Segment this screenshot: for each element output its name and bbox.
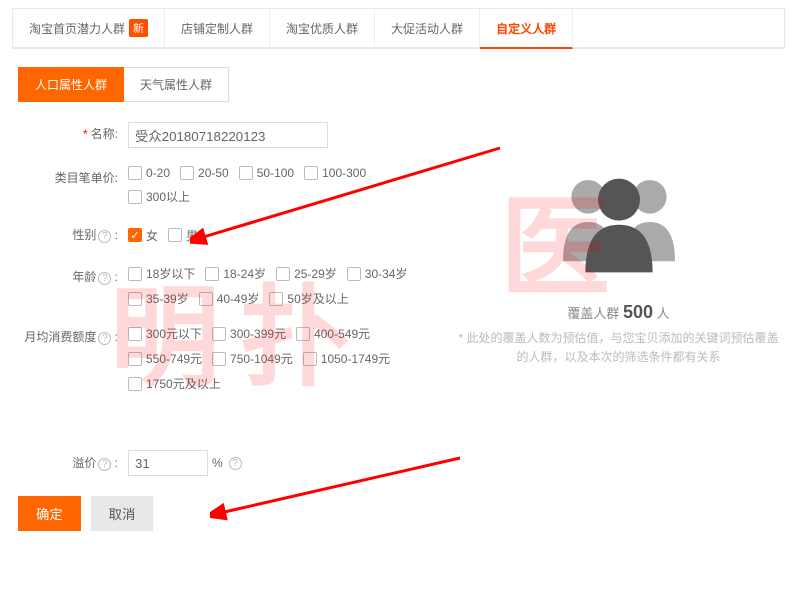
chk-spend-0[interactable]: 300元以下 <box>128 325 202 342</box>
subtab-weather[interactable]: 天气属性人群 <box>124 67 229 102</box>
confirm-button[interactable]: 确定 <box>18 496 81 531</box>
name-label: *名称: <box>18 122 128 148</box>
row-price: 类目笔单价: 0-20 20-50 50-100 100-300 300以上 <box>18 166 438 205</box>
tab-label: 淘宝首页潜力人群 <box>29 20 125 37</box>
chk-age-2[interactable]: 25-29岁 <box>276 265 337 282</box>
tab-promotion[interactable]: 大促活动人群 <box>375 9 480 47</box>
percent-label: % <box>212 456 223 470</box>
form-area: *名称: 类目笔单价: 0-20 20-50 50-100 100-300 30… <box>0 102 797 420</box>
chk-age-0[interactable]: 18岁以下 <box>128 265 195 282</box>
chk-spend-5[interactable]: 1050-1749元 <box>303 350 390 367</box>
row-premium: 溢价? : % ? <box>18 450 779 476</box>
help-icon[interactable]: ? <box>98 272 111 285</box>
chk-age-4[interactable]: 35-39岁 <box>128 290 189 307</box>
chk-price-4[interactable]: 300以上 <box>128 188 190 205</box>
coverage-panel: 覆盖人群 500 人 * 此处的覆盖人数为预估值，与您宝贝添加的关键词预估覆盖的… <box>438 122 779 410</box>
chk-spend-3[interactable]: 550-749元 <box>128 350 202 367</box>
chk-male[interactable]: 男 <box>168 227 198 244</box>
chk-price-2[interactable]: 50-100 <box>239 166 294 180</box>
coverage-text: 覆盖人群 500 人 <box>458 302 779 323</box>
badge-new-icon: 新 <box>129 19 148 37</box>
premium-input[interactable] <box>128 450 208 476</box>
top-tabs: 淘宝首页潜力人群 新 店铺定制人群 淘宝优质人群 大促活动人群 自定义人群 <box>12 8 785 49</box>
chk-age-1[interactable]: 18-24岁 <box>205 265 266 282</box>
chk-age-5[interactable]: 40-49岁 <box>199 290 260 307</box>
name-input[interactable] <box>128 122 328 148</box>
price-opts: 0-20 20-50 50-100 100-300 300以上 <box>128 166 438 205</box>
help-icon[interactable]: ? <box>98 458 111 471</box>
chk-female[interactable]: ✓女 <box>128 227 158 244</box>
gender-label: 性别? : <box>18 223 128 247</box>
row-gender: 性别? : ✓女 男 <box>18 223 438 247</box>
chk-price-3[interactable]: 100-300 <box>304 166 366 180</box>
coverage-tip: * 此处的覆盖人数为预估值，与您宝贝添加的关键词预估覆盖的人群，以及本次的筛选条… <box>458 329 779 367</box>
row-spend: 月均消费额度? : 300元以下 300-399元 400-549元 550-7… <box>18 325 438 392</box>
chk-age-3[interactable]: 30-34岁 <box>347 265 408 282</box>
chk-price-1[interactable]: 20-50 <box>180 166 229 180</box>
tab-taobao-home[interactable]: 淘宝首页潜力人群 新 <box>13 9 165 47</box>
chk-spend-2[interactable]: 400-549元 <box>296 325 370 342</box>
row-name: *名称: <box>18 122 438 148</box>
spend-label: 月均消费额度? : <box>18 325 128 392</box>
price-label: 类目笔单价: <box>18 166 128 205</box>
chk-spend-1[interactable]: 300-399元 <box>212 325 286 342</box>
tab-shop-custom[interactable]: 店铺定制人群 <box>165 9 270 47</box>
chk-price-0[interactable]: 0-20 <box>128 166 170 180</box>
chk-age-6[interactable]: 50岁及以上 <box>269 290 348 307</box>
chk-spend-4[interactable]: 750-1049元 <box>212 350 293 367</box>
chk-spend-6[interactable]: 1750元及以上 <box>128 375 221 392</box>
cancel-button[interactable]: 取消 <box>91 496 154 531</box>
crowd-icon <box>549 152 689 292</box>
subtab-demographic[interactable]: 人口属性人群 <box>18 67 124 102</box>
tab-custom-crowd[interactable]: 自定义人群 <box>480 9 573 49</box>
help-icon[interactable]: ? <box>229 457 242 470</box>
row-age: 年龄? : 18岁以下 18-24岁 25-29岁 30-34岁 35-39岁 … <box>18 265 438 307</box>
help-icon[interactable]: ? <box>98 230 111 243</box>
help-icon[interactable]: ? <box>98 332 111 345</box>
premium-label: 溢价? : <box>18 451 128 475</box>
sub-tabs: 人口属性人群 天气属性人群 <box>18 67 779 102</box>
age-label: 年龄? : <box>18 265 128 307</box>
tab-taobao-quality[interactable]: 淘宝优质人群 <box>270 9 375 47</box>
